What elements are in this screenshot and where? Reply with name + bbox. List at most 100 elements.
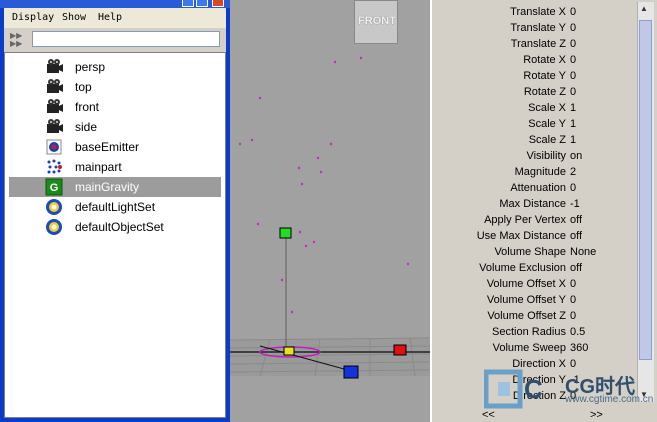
attribute-row[interactable]: Scale Z 1 [432, 132, 638, 148]
attribute-row[interactable]: Volume Offset Z 0 [432, 308, 638, 324]
attribute-value[interactable]: 0 [570, 70, 576, 82]
particle-icon [45, 158, 63, 176]
attribute-value[interactable]: 0 [570, 182, 576, 194]
attribute-value[interactable]: 0 [570, 278, 576, 290]
attribute-value[interactable]: off [570, 214, 582, 226]
attribute-row[interactable]: Translate Z 0 [432, 36, 638, 52]
outliner-item[interactable]: baseEmitter [9, 137, 221, 157]
outliner-item[interactable]: GmainGravity [9, 177, 221, 197]
outliner-item[interactable]: mainpart [9, 157, 221, 177]
close-button[interactable] [212, 0, 224, 7]
camera-icon [45, 118, 63, 136]
attribute-row[interactable]: Volume Exclusion off [432, 260, 638, 276]
outliner-item[interactable]: defaultObjectSet [9, 217, 221, 237]
attribute-row[interactable]: Attenuation 0 [432, 180, 638, 196]
attribute-row[interactable]: Translate X 0 [432, 4, 638, 20]
minimize-button[interactable] [182, 0, 194, 7]
attribute-value[interactable]: 0 [570, 38, 576, 50]
attribute-row[interactable]: Volume Sweep 360 [432, 340, 638, 356]
scrollbar-thumb[interactable] [639, 20, 652, 360]
attribute-name[interactable]: Translate X [510, 6, 566, 18]
attribute-name[interactable]: Volume Offset Z [487, 310, 566, 322]
attribute-value[interactable]: on [570, 150, 582, 162]
attribute-value[interactable]: 360 [570, 342, 588, 354]
attribute-value[interactable]: 1 [570, 102, 576, 114]
attribute-name[interactable]: Rotate Y [523, 70, 566, 82]
attribute-row[interactable]: Magnitude 2 [432, 164, 638, 180]
attribute-value[interactable]: 0 [570, 54, 576, 66]
attribute-value[interactable]: None [570, 246, 596, 258]
attribute-row[interactable]: Volume Offset X 0 [432, 276, 638, 292]
attribute-value[interactable]: 0 [570, 86, 576, 98]
attribute-value[interactable]: 2 [570, 166, 576, 178]
filter-input[interactable] [32, 31, 220, 47]
attribute-row[interactable]: Scale Y 1 [432, 116, 638, 132]
view-cube[interactable]: FRONT [354, 0, 398, 44]
attribute-row[interactable]: Volume Offset Y 0 [432, 292, 638, 308]
outliner-item[interactable]: top [9, 77, 221, 97]
gravity-field-handle[interactable] [279, 227, 292, 239]
attribute-row[interactable]: Section Radius 0.5 [432, 324, 638, 340]
attribute-name[interactable]: Volume Sweep [493, 342, 566, 354]
channel-box-footer: << >> [432, 408, 657, 422]
attribute-row[interactable]: Visibility on [432, 148, 638, 164]
outliner-item[interactable]: defaultLightSet [9, 197, 221, 217]
attribute-row[interactable]: Use Max Distance off [432, 228, 638, 244]
nav-left-button[interactable]: << [482, 409, 495, 421]
attribute-name[interactable]: Use Max Distance [477, 230, 566, 242]
attribute-row[interactable]: Max Distance -1 [432, 196, 638, 212]
attribute-row[interactable]: Rotate Y 0 [432, 68, 638, 84]
attribute-value[interactable]: off [570, 262, 582, 274]
scroll-up-icon[interactable]: ▲ [640, 4, 648, 13]
attribute-name[interactable]: Apply Per Vertex [484, 214, 566, 226]
attribute-name[interactable]: Max Distance [499, 198, 566, 210]
attribute-name[interactable]: Volume Exclusion [479, 262, 566, 274]
outliner-item[interactable]: side [9, 117, 221, 137]
attribute-name[interactable]: Rotate X [523, 54, 566, 66]
manipulator-z-handle[interactable] [343, 365, 359, 379]
filter-arrows-icon[interactable]: ▶▶ ▶▶ [10, 32, 26, 48]
attribute-value[interactable]: 1 [570, 134, 576, 146]
attribute-name[interactable]: Scale Z [529, 134, 566, 146]
attribute-row[interactable]: Apply Per Vertex off [432, 212, 638, 228]
nav-right-button[interactable]: >> [590, 409, 603, 421]
menu-help[interactable]: Help [98, 12, 122, 23]
attribute-name[interactable]: Translate Y [510, 22, 566, 34]
attribute-value[interactable]: -1 [570, 198, 580, 210]
attribute-row[interactable]: Scale X 1 [432, 100, 638, 116]
attribute-value[interactable]: 0 [570, 358, 576, 370]
manipulator-center-handle[interactable] [283, 346, 295, 356]
attribute-name[interactable]: Visibility [526, 150, 566, 162]
attribute-row[interactable]: Rotate X 0 [432, 52, 638, 68]
attribute-name[interactable]: Translate Z [511, 38, 566, 50]
attribute-name[interactable]: Section Radius [492, 326, 566, 338]
attribute-name[interactable]: Volume Shape [494, 246, 566, 258]
attribute-name[interactable]: Attenuation [510, 182, 566, 194]
attribute-row[interactable]: Volume Shape None [432, 244, 638, 260]
attribute-name[interactable]: Rotate Z [524, 86, 566, 98]
camera-icon [45, 58, 63, 76]
attribute-value[interactable]: 0 [570, 310, 576, 322]
attribute-row[interactable]: Rotate Z 0 [432, 84, 638, 100]
view-cube-label: FRONT [358, 15, 396, 27]
channel-box-scrollbar[interactable]: ▲ ▼ [637, 2, 654, 402]
menu-display[interactable]: Display [12, 12, 54, 23]
attribute-value[interactable]: off [570, 230, 582, 242]
attribute-value[interactable]: 0 [570, 294, 576, 306]
attribute-name[interactable]: Scale Y [528, 118, 566, 130]
menu-show[interactable]: Show [62, 12, 86, 23]
attribute-row[interactable]: Translate Y 0 [432, 20, 638, 36]
outliner-item[interactable]: persp [9, 57, 221, 77]
attribute-name[interactable]: Volume Offset X [487, 278, 566, 290]
attribute-name[interactable]: Magnitude [515, 166, 566, 178]
viewport[interactable]: FRONT [230, 0, 430, 422]
outliner-item[interactable]: front [9, 97, 221, 117]
attribute-value[interactable]: 0.5 [570, 326, 585, 338]
maximize-button[interactable] [196, 0, 208, 7]
attribute-value[interactable]: 0 [570, 6, 576, 18]
attribute-name[interactable]: Volume Offset Y [487, 294, 566, 306]
manipulator-x-handle[interactable] [393, 344, 407, 356]
attribute-value[interactable]: 1 [570, 118, 576, 130]
attribute-name[interactable]: Scale X [528, 102, 566, 114]
attribute-value[interactable]: 0 [570, 22, 576, 34]
